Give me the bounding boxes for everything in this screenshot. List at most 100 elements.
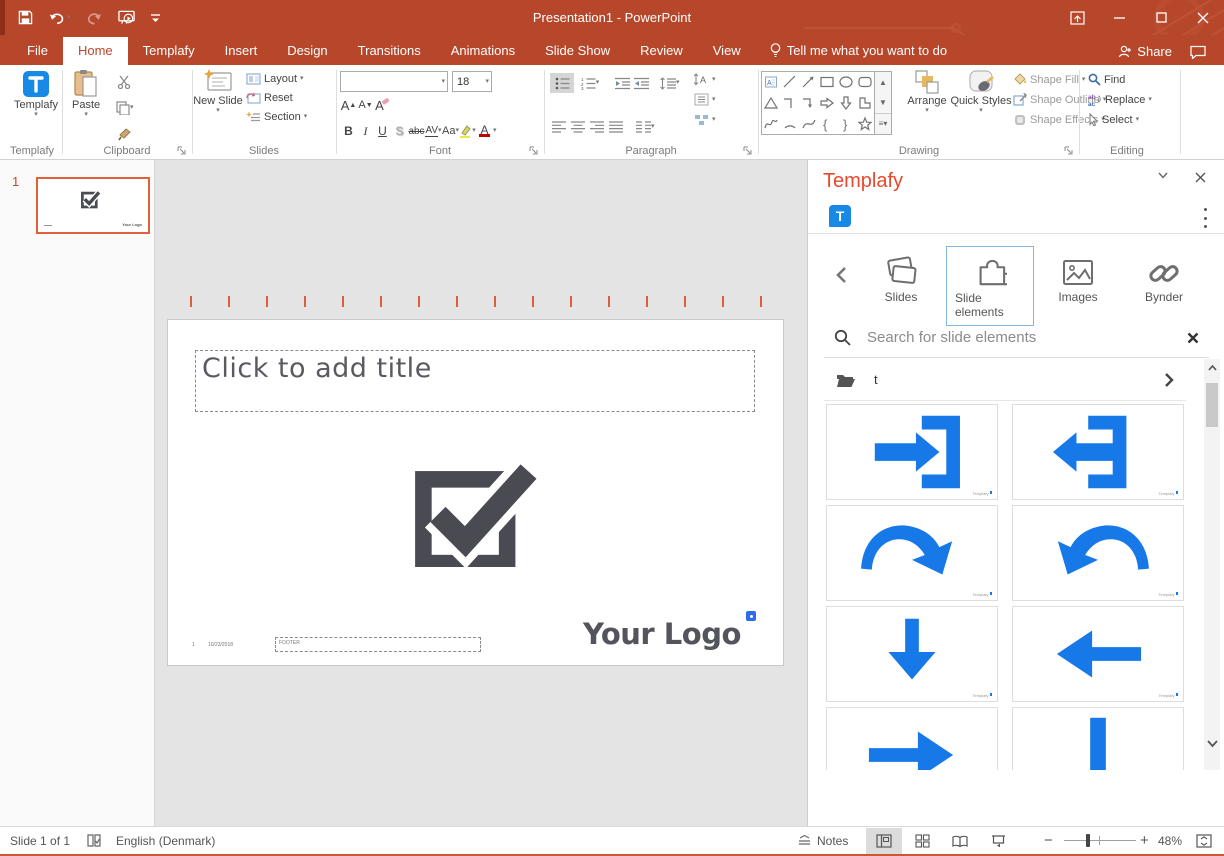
normal-view-button[interactable] [866, 828, 902, 854]
new-slide-button[interactable]: New Slide ▾ [196, 69, 240, 114]
element-tile-curved-arrow-clockwise[interactable]: Templafy [826, 505, 998, 601]
shape-line[interactable] [781, 72, 800, 93]
zoom-out-button[interactable]: − [1044, 827, 1053, 854]
shape-scribble[interactable] [762, 113, 781, 134]
shape-text-box[interactable]: A [762, 72, 781, 93]
change-case-button[interactable]: Aa▾ [442, 121, 459, 141]
underline-button[interactable]: U [374, 121, 391, 141]
tab-animations[interactable]: Animations [436, 37, 530, 65]
clipboard-dialog-launcher[interactable] [176, 145, 187, 156]
scrollbar-thumb[interactable] [1206, 383, 1218, 427]
align-center-button[interactable] [569, 117, 586, 137]
pane-tab-slides[interactable]: Slides [872, 252, 930, 304]
pane-tabs-back-chevron[interactable] [836, 266, 847, 284]
select-button[interactable]: Select▾ [1088, 113, 1152, 126]
font-size-combo[interactable]: ▾ [452, 71, 492, 92]
zoom-slider-track[interactable] [1064, 840, 1136, 841]
element-tile-arrow-down[interactable]: Templafy [826, 606, 998, 702]
text-highlight-button[interactable]: ▾ [459, 121, 476, 141]
tab-templafy[interactable]: Templafy [128, 37, 210, 65]
font-dialog-launcher[interactable] [528, 145, 539, 156]
shapes-gallery-more[interactable]: ≡▾ [875, 113, 891, 134]
pane-close-button[interactable] [1195, 172, 1206, 183]
footer-placeholder[interactable]: FOOTER [275, 637, 481, 652]
shrink-font-button[interactable]: A▼ [357, 95, 374, 115]
shape-line-arrow[interactable] [799, 72, 818, 93]
element-tile-curved-arrow-counterclockwise[interactable]: Templafy [1012, 505, 1184, 601]
slide-indicator[interactable]: Slide 1 of 1 [10, 827, 70, 854]
pane-options-chevron[interactable] [1158, 172, 1168, 179]
strikethrough-button[interactable]: abc [408, 121, 425, 141]
font-name-input[interactable] [345, 76, 441, 88]
tab-review[interactable]: Review [625, 37, 698, 65]
font-color-button[interactable]: A [476, 121, 493, 141]
shape-arc[interactable] [781, 113, 800, 134]
convert-to-smartart-button[interactable]: ▾ [694, 113, 716, 126]
columns-button[interactable]: ▾ [636, 117, 655, 137]
undo-button[interactable]: ▾ [49, 11, 71, 25]
cut-button[interactable] [116, 72, 134, 92]
search-input[interactable] [867, 329, 1171, 346]
arrange-button[interactable]: Arrange ▾ [901, 69, 953, 114]
shape-corner-shape[interactable] [855, 93, 874, 114]
paste-button[interactable]: Paste ▾ [72, 69, 100, 118]
numbering-button[interactable]: 123 ▾ [576, 73, 604, 93]
quick-styles-button[interactable]: Quick Styles ▾ [957, 69, 1005, 114]
zoom-in-button[interactable]: + [1140, 827, 1149, 854]
element-tile-arrow-left[interactable]: Templafy [1012, 606, 1184, 702]
element-tile-arrow-enter-right[interactable]: Templafy [826, 404, 998, 500]
shape-elbow-arrow-connector[interactable] [799, 93, 818, 114]
character-spacing-button[interactable]: AV▾ [425, 121, 442, 141]
folder-row[interactable]: t [824, 359, 1186, 401]
reading-view-button[interactable] [942, 828, 978, 854]
scroll-down-arrow[interactable] [1204, 735, 1220, 753]
section-button[interactable]: Section▾ [246, 111, 307, 123]
shape-oval[interactable] [837, 72, 856, 93]
shape-right-arrow[interactable] [818, 93, 837, 114]
shapes-scroll-up[interactable]: ▲ [875, 72, 891, 92]
italic-button[interactable]: I [357, 121, 374, 141]
spell-check-icon[interactable] [86, 827, 102, 854]
copy-button[interactable]: ▾ [116, 98, 134, 118]
slide-canvas[interactable]: Click to add title Your Logo 1 10/23/201… [168, 320, 783, 665]
decrease-indent-button[interactable] [614, 73, 631, 93]
replace-button[interactable]: abac Replace▾ [1088, 93, 1152, 106]
element-tile-arrow-exit-left[interactable]: Templafy [1012, 404, 1184, 500]
reset-button[interactable]: Reset [246, 92, 307, 104]
save-button[interactable] [18, 10, 33, 25]
pane-tab-bynder[interactable]: Bynder [1136, 252, 1192, 304]
tab-transitions[interactable]: Transitions [343, 37, 436, 65]
tab-file[interactable]: File [12, 37, 63, 65]
comments-button[interactable] [1190, 45, 1206, 59]
pane-tab-slide-elements[interactable]: Slide elements [946, 246, 1034, 326]
layout-button[interactable]: Layout▾ [246, 73, 307, 85]
zoom-level[interactable]: 48% [1158, 827, 1182, 854]
grow-font-button[interactable]: A▲ [340, 95, 357, 115]
maximize-button[interactable] [1140, 0, 1182, 35]
shape-isosceles-triangle[interactable] [762, 93, 781, 114]
find-button[interactable]: Find [1088, 73, 1152, 86]
line-spacing-button[interactable]: ▾ [660, 73, 680, 93]
slide-show-view-button[interactable] [980, 828, 1016, 854]
paragraph-dialog-launcher[interactable] [742, 145, 753, 156]
align-text-button[interactable]: ▾ [694, 93, 716, 106]
shape-left-brace[interactable]: { [818, 113, 837, 134]
check-logo[interactable] [410, 455, 540, 567]
redo-button[interactable] [87, 11, 102, 25]
shape-down-arrow[interactable] [837, 93, 856, 114]
tab-view[interactable]: View [698, 37, 756, 65]
tab-home[interactable]: Home [63, 37, 128, 65]
font-name-combo[interactable]: ▾ [340, 71, 448, 92]
element-tile-arrow-right[interactable]: Templafy [826, 707, 998, 770]
clear-search-icon[interactable] [1187, 332, 1199, 344]
language-indicator[interactable]: English (Denmark) [116, 827, 215, 854]
fit-slide-to-window-button[interactable] [1196, 827, 1212, 854]
text-shadow-button[interactable]: S [391, 121, 408, 141]
shape-elbow-connector[interactable] [781, 93, 800, 114]
format-painter-button[interactable] [116, 124, 134, 144]
element-tile-vertical-bar[interactable]: Templafy [1012, 707, 1184, 770]
tab-insert[interactable]: Insert [210, 37, 273, 65]
tab-design[interactable]: Design [272, 37, 342, 65]
footer-date[interactable]: 10/23/2018 [208, 642, 233, 648]
increase-indent-button[interactable] [633, 73, 650, 93]
